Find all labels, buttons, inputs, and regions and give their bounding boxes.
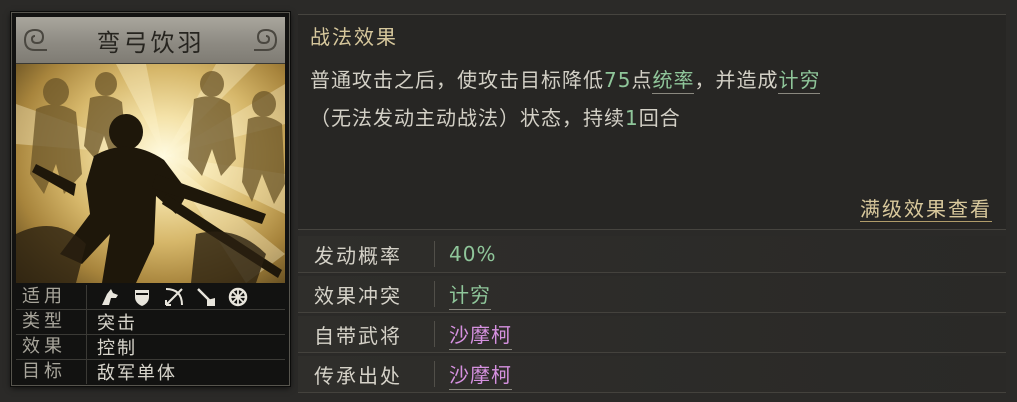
prop-label: 效果冲突: [314, 283, 402, 308]
wheel-siege-icon: [227, 286, 249, 308]
divider: [434, 241, 435, 267]
effect-text: ，并造成: [694, 68, 779, 92]
archer-bow-icon: [163, 286, 185, 308]
shield-infantry-icon: [131, 286, 153, 308]
troop-type-icons: [87, 286, 249, 308]
attr-row-applicable: 适用: [16, 285, 285, 310]
divider: [434, 361, 435, 387]
effect-text: 回合: [638, 106, 681, 130]
attr-label: 效果: [16, 335, 87, 359]
attr-label: 目标: [16, 360, 87, 384]
prop-value-conflict-link[interactable]: 计穷: [449, 279, 491, 310]
prop-row-native-general: 自带武将 沙摩柯: [298, 316, 1006, 353]
skill-attributes: 适用 类型 突击 效果 控制 目标 敌军单体: [16, 285, 285, 384]
attr-value-type: 突击: [97, 313, 137, 334]
spear-icon: [195, 286, 217, 308]
stat-link-command[interactable]: 统率: [652, 68, 695, 94]
prop-value-general-link[interactable]: 沙摩柯: [449, 319, 512, 350]
skill-properties: 发动概率 40% 效果冲突 计穷 自带武将 沙摩柯 传承出处 沙摩柯: [298, 236, 1006, 396]
skill-card: 弯弓饮羽 适用 类型 突击 效果 控制 目标 敌军单体: [11, 12, 290, 386]
prop-value-inherit-link[interactable]: 沙摩柯: [449, 359, 512, 390]
prop-value-trigger-rate: 40%: [449, 241, 497, 266]
attr-value-effect: 控制: [97, 338, 137, 359]
attr-value-target: 敌军单体: [97, 363, 177, 384]
skill-effect-panel: 战法效果 普通攻击之后，使攻击目标降低75点统率，并造成计穷 （无法发动主动战法…: [298, 14, 1006, 230]
skill-artwork: [16, 64, 285, 283]
effect-duration: 1: [625, 106, 639, 130]
divider: [434, 321, 435, 347]
effect-text: 普通攻击之后，使攻击目标降低: [310, 68, 604, 92]
prop-row-trigger-rate: 发动概率 40%: [298, 236, 1006, 273]
prop-label: 传承出处: [314, 363, 402, 388]
attr-row-type: 类型 突击: [16, 310, 285, 335]
divider: [434, 281, 435, 307]
status-link-silence[interactable]: 计穷: [778, 68, 821, 94]
ornament-icon: [24, 28, 47, 51]
ornament-icon: [254, 28, 277, 51]
cavalry-icon: [99, 286, 121, 308]
max-level-effect-link[interactable]: 满级效果查看: [860, 197, 992, 222]
effect-text: 点: [631, 68, 653, 92]
skill-name: 弯弓饮羽: [96, 28, 205, 57]
attr-label: 类型: [16, 310, 87, 334]
effect-value: 75: [604, 68, 632, 92]
effect-text: （无法发动主动战法）状态，持续: [310, 106, 625, 130]
effect-description: 普通攻击之后，使攻击目标降低75点统率，并造成计穷 （无法发动主动战法）状态，持…: [310, 61, 996, 137]
effect-header: 战法效果: [310, 25, 398, 49]
prop-row-inherit-source: 传承出处 沙摩柯: [298, 356, 1006, 393]
prop-label: 发动概率: [314, 243, 402, 268]
attr-label: 适用: [16, 285, 87, 309]
skill-title-bar: 弯弓饮羽: [16, 17, 285, 64]
prop-label: 自带武将: [314, 323, 402, 348]
attr-row-effect: 效果 控制: [16, 335, 285, 360]
prop-row-conflict: 效果冲突 计穷: [298, 276, 1006, 313]
attr-row-target: 目标 敌军单体: [16, 360, 285, 384]
